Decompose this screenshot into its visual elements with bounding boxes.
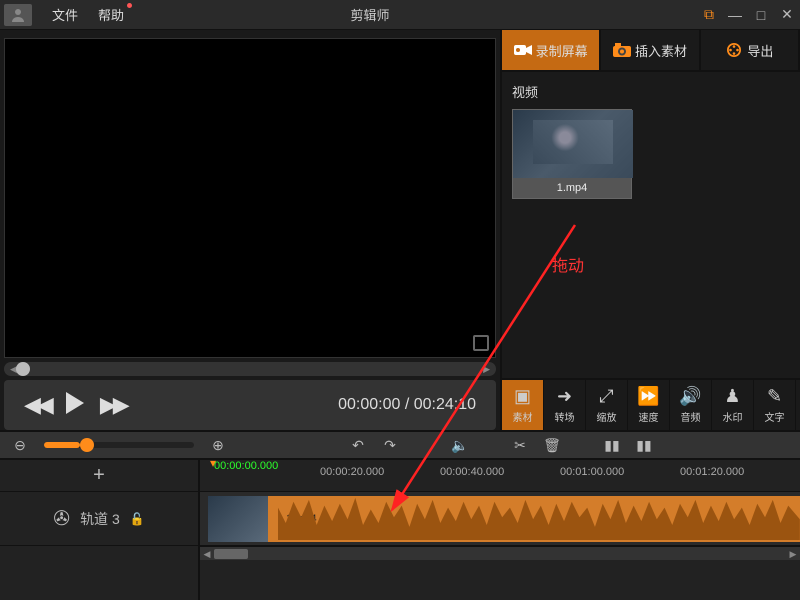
stamp-icon: ♟ [724, 386, 740, 407]
delete-button[interactable]: 🗑 [540, 433, 564, 457]
right-panel: 录制屏幕 插入素材 导出 视频 1.mp4 拖动 ▣ 素材 ➜ 转场 ⤢ 缩放 ⏩ 速度 [500, 30, 800, 430]
transport-bar: ◀◀ ▶▶ 00:00:00 / 00:24:10 [4, 380, 496, 430]
track-header-column: + ✇ 轨道 3 🔓 [0, 460, 200, 600]
folder-camera-icon: ▣ [514, 386, 531, 407]
main-area: ◀ ▶ ◀◀ ▶▶ 00:00:00 / 00:24:10 录制屏幕 插入素材 … [0, 30, 800, 430]
film-reel-icon [725, 43, 743, 57]
app-title: 剪辑师 [44, 5, 696, 24]
menu-help-label: 帮助 [98, 8, 124, 23]
tool-material-label: 素材 [513, 409, 533, 424]
unlock-icon[interactable]: 🔓 [130, 512, 145, 526]
tab-import-label: 插入素材 [635, 41, 687, 60]
scroll-right-icon[interactable]: ▶ [786, 547, 800, 561]
ruler-tick: 00:00:40.000 [440, 466, 504, 478]
seek-right-icon: ▶ [483, 364, 490, 375]
zoom-thumb[interactable] [80, 438, 94, 452]
track-body: ▾ 00:00:00.000 00:00:20.000 00:00:40.000… [200, 460, 800, 600]
tool-speed[interactable]: ⏩ 速度 [628, 380, 670, 430]
menu-file[interactable]: 文件 [52, 5, 78, 24]
zoom-in-button[interactable]: ⊕ [206, 433, 230, 457]
track-header[interactable]: ✇ 轨道 3 🔓 [0, 492, 198, 546]
levels-button-1[interactable]: ▮▮ [600, 433, 624, 457]
scrollbar-thumb[interactable] [214, 549, 248, 559]
drag-hint-annotation: 拖动 [552, 252, 584, 276]
tool-scale-label: 缩放 [597, 409, 617, 424]
mute-button[interactable]: 🔈 [448, 433, 472, 457]
minimize-button[interactable]: — [722, 0, 748, 30]
asset-thumbnail [513, 110, 633, 178]
track-name: 轨道 3 [80, 509, 120, 529]
speaker-icon: 🔊 [679, 386, 701, 407]
timeline: + ✇ 轨道 3 🔓 ▾ 00:00:00.000 00:00:20.000 0… [0, 460, 800, 600]
video-preview[interactable] [4, 38, 496, 358]
play-icon [66, 392, 84, 414]
play-button[interactable] [66, 392, 84, 419]
timeline-toolbar: ⊖ ⊕ ↶ ↷ 🔈 ✂ 🗑 ▮▮ ▮▮ [0, 430, 800, 460]
ruler-tick: 00:00:20.000 [320, 466, 384, 478]
tool-speed-label: 速度 [639, 409, 659, 424]
ruler-tick: 00:01:00.000 [560, 466, 624, 478]
scale-icon: ⤢ [599, 386, 613, 407]
playhead-time: 00:00:00.000 [214, 460, 278, 472]
clip-thumbnail [208, 496, 268, 542]
horizontal-scrollbar[interactable]: ◀ ▶ [200, 546, 800, 560]
zoom-out-button[interactable]: ⊖ [8, 433, 32, 457]
speed-icon: ⏩ [637, 386, 659, 407]
timecode-display: 00:00:00 / 00:24:10 [338, 396, 476, 414]
maximize-button[interactable]: □ [748, 0, 774, 30]
window-controls: ⧉ — □ ✕ [696, 0, 800, 30]
time-ruler[interactable]: ▾ 00:00:00.000 00:00:20.000 00:00:40.000… [200, 460, 800, 492]
tool-audio[interactable]: 🔊 音频 [670, 380, 712, 430]
zoom-slider[interactable] [44, 442, 194, 448]
tool-text-label: 文字 [765, 409, 785, 424]
tool-watermark-label: 水印 [723, 409, 743, 424]
user-avatar[interactable] [4, 4, 32, 26]
track-reel-icon: ✇ [53, 506, 70, 531]
transition-icon: ➜ [557, 386, 572, 407]
tool-watermark[interactable]: ♟ 水印 [712, 380, 754, 430]
tab-import-asset[interactable]: 插入素材 [601, 30, 700, 70]
tab-record-label: 录制屏幕 [536, 41, 588, 60]
close-button[interactable]: ✕ [774, 0, 800, 30]
fast-forward-button[interactable]: ▶▶ [100, 392, 126, 418]
cut-button[interactable]: ✂ [508, 433, 532, 457]
menu-help[interactable]: 帮助 [98, 5, 124, 24]
scroll-left-icon[interactable]: ◀ [200, 547, 214, 561]
add-track-button[interactable]: + [0, 460, 198, 492]
tool-material[interactable]: ▣ 素材 [502, 380, 544, 430]
camcorder-icon [514, 43, 532, 57]
tool-scale[interactable]: ⤢ 缩放 [586, 380, 628, 430]
ruler-tick: 00:01:20.000 [680, 466, 744, 478]
redo-button[interactable]: ↷ [378, 433, 402, 457]
tool-audio-label: 音频 [681, 409, 701, 424]
restore-window-button[interactable]: ⧉ [696, 0, 722, 30]
seek-bar[interactable]: ◀ ▶ [4, 362, 496, 376]
top-tabs: 录制屏幕 插入素材 导出 [502, 30, 800, 72]
asset-item[interactable]: 1.mp4 [512, 109, 632, 199]
preview-panel: ◀ ▶ ◀◀ ▶▶ 00:00:00 / 00:24:10 [0, 30, 500, 430]
undo-button[interactable]: ↶ [346, 433, 370, 457]
tab-record-screen[interactable]: 录制屏幕 [502, 30, 601, 70]
titlebar: 文件 帮助 剪辑师 ⧉ — □ ✕ [0, 0, 800, 30]
tab-export-label: 导出 [747, 41, 773, 60]
asset-panel: 视频 1.mp4 拖动 [502, 72, 800, 378]
zoom-fill [44, 442, 80, 448]
track-lane[interactable]: 1.mp4 [200, 492, 800, 546]
asset-name: 1.mp4 [513, 178, 631, 198]
seek-thumb[interactable] [16, 362, 30, 376]
mid-toolbar: ▣ 素材 ➜ 转场 ⤢ 缩放 ⏩ 速度 🔊 音频 ♟ 水印 ✎ 文字 [502, 378, 800, 430]
rewind-button[interactable]: ◀◀ [24, 392, 50, 418]
waveform-icon [278, 496, 800, 540]
tool-text[interactable]: ✎ 文字 [754, 380, 796, 430]
tool-transition[interactable]: ➜ 转场 [544, 380, 586, 430]
camera-folder-icon [613, 43, 631, 57]
timeline-clip[interactable]: 1.mp4 [208, 496, 800, 542]
levels-button-2[interactable]: ▮▮ [632, 433, 656, 457]
pencil-icon: ✎ [767, 386, 782, 407]
fullscreen-icon[interactable] [473, 335, 489, 351]
tab-export[interactable]: 导出 [701, 30, 800, 70]
asset-section-label: 视频 [512, 82, 790, 101]
tool-transition-label: 转场 [555, 409, 575, 424]
notification-dot-icon [127, 3, 132, 8]
